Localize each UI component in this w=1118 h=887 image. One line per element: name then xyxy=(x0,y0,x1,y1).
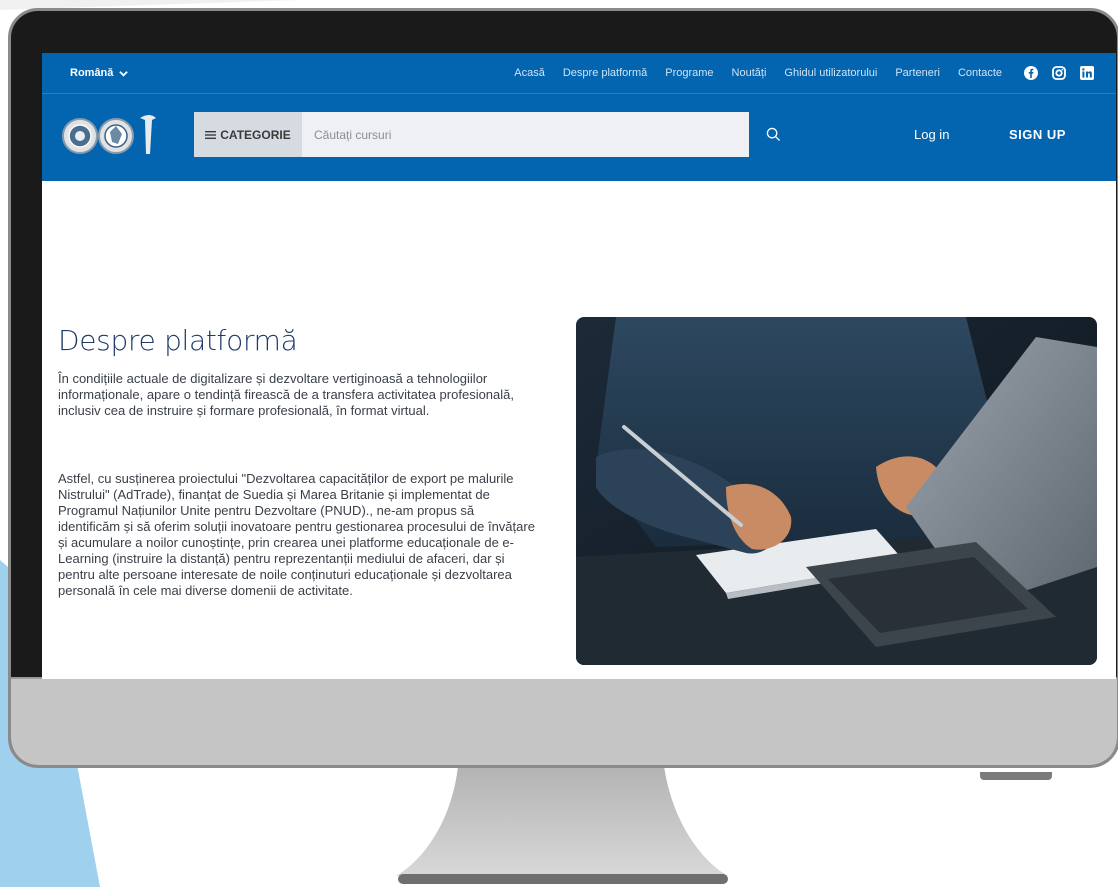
category-label: CATEGORIE xyxy=(220,127,291,142)
nav-link-news[interactable]: Noutăți xyxy=(732,67,767,79)
chevron-down-icon xyxy=(119,70,129,77)
signup-button[interactable]: SIGN UP xyxy=(1009,127,1066,142)
nav-link-programs[interactable]: Programe xyxy=(665,67,713,79)
monitor-screen: Română Acasă Despre platformă Programe N… xyxy=(42,53,1116,679)
main-content: Despre platformă În condițiile actuale d… xyxy=(42,181,1116,679)
main-header: CATEGORIE Log in SIGN UP xyxy=(42,94,1116,181)
nav-link-home[interactable]: Acasă xyxy=(514,67,545,79)
monitor-chin xyxy=(11,677,1117,765)
language-label: Română xyxy=(70,67,114,79)
search-bar: CATEGORIE xyxy=(194,112,749,157)
search-icon[interactable] xyxy=(766,127,781,142)
about-paragraph-1: În condițiile actuale de digitalizare și… xyxy=(58,371,514,418)
hamburger-icon xyxy=(205,130,217,139)
facebook-icon[interactable] xyxy=(1024,66,1038,80)
nav-link-contacts[interactable]: Contacte xyxy=(958,67,1002,79)
login-link[interactable]: Log in xyxy=(914,127,949,142)
category-button[interactable]: CATEGORIE xyxy=(194,112,302,157)
main-nav: Acasă Despre platformă Programe Noutăți … xyxy=(514,67,1002,79)
about-paragraph-2: Astfel, cu susținerea proiectului "Dezvo… xyxy=(58,471,535,598)
social-links xyxy=(1024,66,1094,80)
nav-link-user-guide[interactable]: Ghidul utilizatorului xyxy=(784,67,877,79)
hero-image xyxy=(576,317,1097,665)
language-selector[interactable]: Română xyxy=(70,67,129,79)
search-input[interactable] xyxy=(302,126,736,143)
page-title: Despre platformă xyxy=(58,324,298,357)
nav-link-about[interactable]: Despre platformă xyxy=(563,67,647,79)
linkedin-icon[interactable] xyxy=(1080,66,1094,80)
monitor-chin-slot xyxy=(980,772,1052,780)
instagram-icon[interactable] xyxy=(1052,66,1066,80)
nav-link-partners[interactable]: Parteneri xyxy=(895,67,940,79)
site-logo[interactable] xyxy=(60,110,170,161)
top-bar: Română Acasă Despre platformă Programe N… xyxy=(42,53,1116,94)
